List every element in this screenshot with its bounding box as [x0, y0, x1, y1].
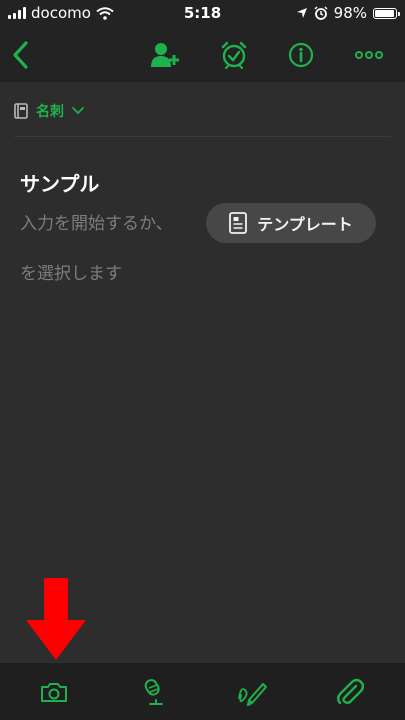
location-arrow-icon [296, 8, 307, 18]
alarm-clock-status-icon [314, 6, 328, 20]
reminder-alarm-icon[interactable] [217, 38, 251, 72]
battery-icon [373, 7, 400, 19]
notebook-name: 名刺 [36, 104, 64, 120]
back-chevron-icon[interactable] [4, 38, 38, 72]
microphone-icon[interactable] [138, 676, 170, 708]
bottom-toolbar [0, 662, 405, 720]
share-person-add-icon[interactable] [148, 38, 182, 72]
header-divider [14, 136, 391, 137]
info-icon[interactable] [284, 38, 318, 72]
note-title[interactable]: サンプル [20, 168, 99, 197]
status-right: 98% [296, 4, 400, 22]
more-dots-icon[interactable] [352, 38, 386, 72]
template-button[interactable]: テンプレート [206, 203, 376, 243]
notebook-icon [14, 103, 28, 119]
notebook-selector[interactable]: 名刺 [14, 96, 391, 126]
red-annotation-arrow [26, 578, 86, 660]
note-body-placeholder-part2[interactable]: を選択します [20, 259, 122, 284]
nav-bar [0, 28, 405, 82]
chevron-down-icon [72, 107, 84, 115]
battery-percent: 98% [333, 4, 367, 22]
status-bar: docomo 5:18 98% [0, 0, 405, 28]
template-button-label: テンプレート [257, 215, 353, 234]
camera-icon[interactable] [38, 676, 70, 708]
handwriting-pen-icon[interactable] [236, 676, 268, 708]
attachment-paperclip-icon[interactable] [334, 676, 366, 708]
template-icon [229, 212, 248, 234]
note-body-placeholder-part1[interactable]: 入力を開始するか、 [20, 209, 173, 234]
note-editor-screen: docomo 5:18 98% 名刺 サンプル 入力を開始するか、 テンプレート… [0, 0, 405, 720]
battery-fill [375, 9, 394, 17]
